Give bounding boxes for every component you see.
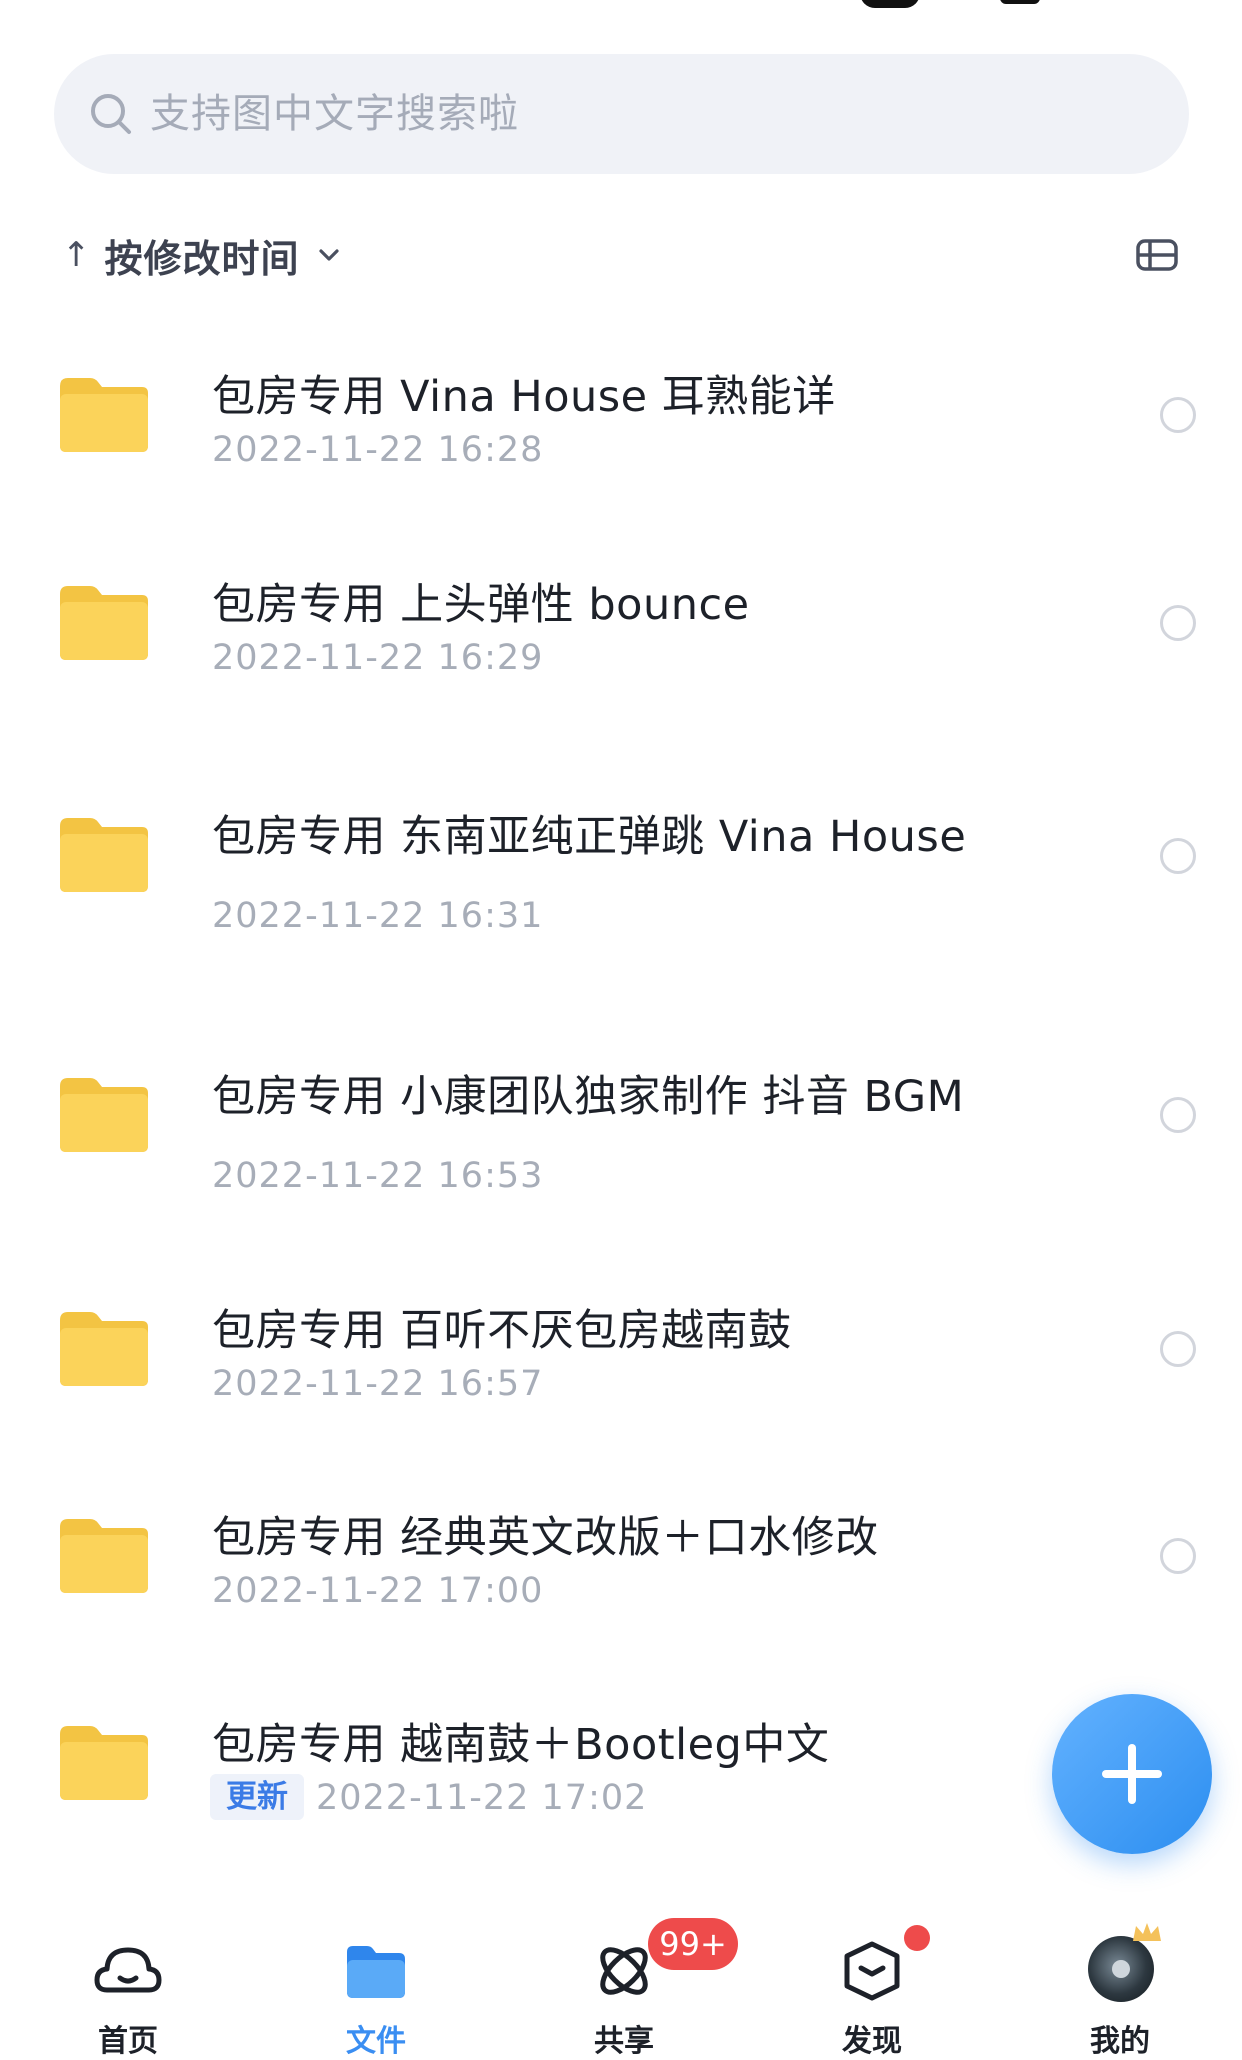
file-name: 包房专用 东南亚纯正弹跳 Vina House	[212, 812, 967, 862]
file-date: 2022-11-22 16:31	[212, 896, 544, 936]
tab-label: 我的	[1090, 2024, 1150, 2059]
select-checkbox[interactable]	[1160, 1538, 1196, 1574]
sort-dropdown[interactable]: ↑ 按修改时间	[62, 222, 340, 288]
search-icon	[91, 94, 131, 134]
select-checkbox[interactable]	[1160, 1097, 1196, 1133]
tab-label: 共享	[594, 2024, 654, 2059]
folder-icon	[60, 1726, 148, 1800]
tab-files[interactable]: 文件	[296, 1906, 456, 2059]
folder-icon	[60, 1078, 148, 1152]
select-checkbox[interactable]	[1160, 605, 1196, 641]
file-name: 包房专用 百听不厌包房越南鼓	[212, 1306, 792, 1356]
file-name: 包房专用 上头弹性 bounce	[212, 580, 750, 630]
notification-badge: 99+	[648, 1918, 738, 1970]
search-placeholder: 支持图中文字搜索啦	[150, 91, 519, 137]
notification-dot	[904, 1925, 930, 1951]
file-date: 2022-11-22 16:53	[212, 1156, 544, 1196]
file-name: 包房专用 Vina House 耳熟能详	[212, 372, 836, 422]
folder-icon	[60, 1312, 148, 1386]
avatar-eye	[1112, 1960, 1130, 1978]
crown-icon	[1133, 1923, 1161, 1941]
file-date: 2022-11-22 17:02	[316, 1778, 648, 1818]
file-name: 包房专用 经典英文改版＋口水修改	[212, 1513, 879, 1563]
tab-discover[interactable]: 发现	[792, 1906, 952, 2059]
select-checkbox[interactable]	[1160, 397, 1196, 433]
folder-icon	[347, 1946, 405, 1998]
tab-home[interactable]: 首页	[48, 1906, 208, 2059]
folder-icon	[60, 586, 148, 660]
file-name: 包房专用 小康团队独家制作 抖音 BGM	[212, 1072, 965, 1122]
tab-label: 文件	[346, 2024, 406, 2059]
tab-label: 发现	[842, 2024, 902, 2059]
cloud-icon	[94, 1947, 162, 1993]
tab-label: 首页	[98, 2024, 158, 2059]
update-badge: 更新	[210, 1774, 304, 1820]
status-bar-fragment	[860, 0, 920, 8]
search-input[interactable]: 支持图中文字搜索啦	[54, 54, 1189, 174]
folder-icon	[60, 378, 148, 452]
file-date: 2022-11-22 16:28	[212, 430, 544, 470]
view-toggle-icon[interactable]	[1134, 232, 1180, 278]
folder-icon	[60, 1519, 148, 1593]
file-name: 包房专用 越南鼓＋Bootleg中文	[212, 1720, 830, 1770]
sort-label: 按修改时间	[104, 236, 300, 281]
file-date: 2022-11-22 16:57	[212, 1364, 544, 1404]
discover-icon	[844, 1941, 900, 2001]
select-checkbox[interactable]	[1160, 1331, 1196, 1367]
plus-icon	[1128, 1744, 1136, 1804]
select-checkbox[interactable]	[1160, 838, 1196, 874]
file-date: 2022-11-22 17:00	[212, 1571, 544, 1611]
chevron-down-icon	[318, 249, 339, 261]
file-date: 2022-11-22 16:29	[212, 638, 544, 678]
add-button[interactable]	[1052, 1694, 1212, 1854]
avatar[interactable]	[1088, 1936, 1154, 2002]
bottom-tab-bar: 首页 文件 共享 发现 我的	[0, 1906, 1242, 2059]
folder-icon	[60, 818, 148, 892]
sort-order-icon[interactable]: ↑	[62, 235, 91, 275]
status-bar-fragment	[1000, 0, 1040, 4]
